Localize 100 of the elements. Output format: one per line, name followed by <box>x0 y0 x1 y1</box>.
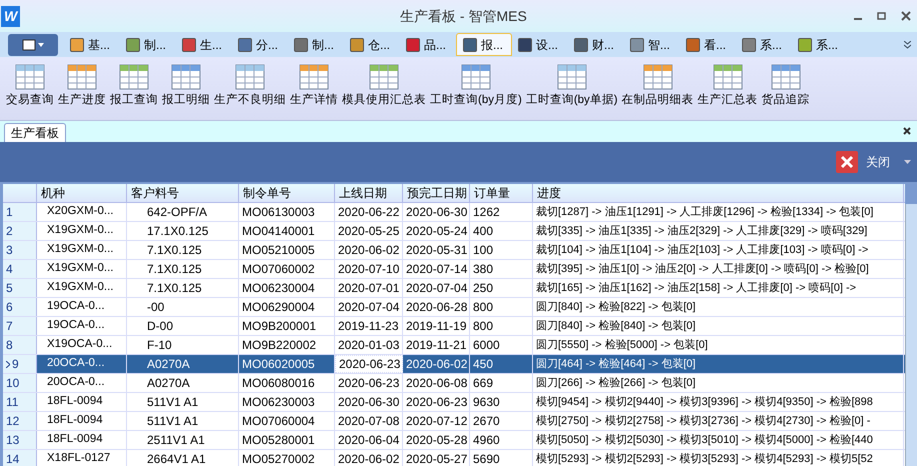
row-number: 4 <box>6 261 13 278</box>
row-number: 1 <box>6 204 13 221</box>
close-icon[interactable] <box>903 127 911 135</box>
table-row[interactable]: 10 20OCA-0... A0270A MO06080016 2020-06-23 2020-06-08 669 圆刀[266] -> 检验[266] -> 包装[0] <box>3 374 905 393</box>
row-number: 11 <box>6 394 18 411</box>
menu-tab[interactable]: 制... <box>288 33 344 56</box>
table-cell-text: 18FL-0094 <box>46 394 103 410</box>
table-row[interactable]: 4 X19GXM-0... 7.1X0.125 MO07060002 2020-07-10 2020-07-14 380 裁切[395] -> 油压1[0] -> 油压2[0] -> 人工排废[0] -> 喷码[0] -> 检验[0] <box>3 260 905 279</box>
table-cell-text: 7.1X0.125 <box>146 242 202 259</box>
table-cell-text: 2020-05-25 <box>337 223 400 240</box>
table-row[interactable]: 11 18FL-0094 511V1 A1 MO06230003 2020-06-30 2020-06-23 9630 模切[9454] -> 模切2[9440] -> 模切3[9396] -> 模切4[9350] -> 检验[898 <box>3 393 905 412</box>
row-number: 5 <box>6 280 13 297</box>
table-cell-text: 2020-06-02 <box>337 451 400 466</box>
table-cell-text: 圆刀[266] -> 检验[266] -> 包装[0] <box>535 376 697 391</box>
table-cell-text: 2019-11-23 <box>337 318 400 335</box>
ribbon-button[interactable]: 生产进度 <box>56 59 108 107</box>
row-number: 7 <box>6 318 13 335</box>
table-cell-text: 2020-06-30 <box>405 204 468 221</box>
table-cell-text: 2670 <box>472 413 501 430</box>
restore-icon[interactable] <box>877 11 887 21</box>
menu-tab[interactable]: 系... <box>736 33 792 56</box>
menu-tab[interactable]: 报... <box>456 33 512 56</box>
app-menu-button[interactable] <box>8 34 58 56</box>
menu-tab[interactable]: 基... <box>64 33 120 56</box>
ribbon-button[interactable]: 交易查询 <box>4 59 56 107</box>
menu-tab[interactable]: 系... <box>792 33 848 56</box>
menu-tab[interactable]: 设... <box>512 33 568 56</box>
ribbon-button[interactable]: 货品追踪 <box>760 59 812 107</box>
column-header[interactable]: 预完工日期 <box>403 184 470 202</box>
table-cell-text: -00 <box>146 299 164 316</box>
table-cell-text: X18FL-0127 <box>46 451 110 466</box>
column-header[interactable]: 制令单号 <box>239 184 335 202</box>
table-cell-text: 450 <box>472 356 494 373</box>
table-row[interactable]: 1 X20GXM-0... 642-OPF/A MO06130003 2020-06-22 2020-06-30 1262 裁切[1287] -> 油压1[1291] -> 人工排废[1296] -> 检验[1334] -> 包装[0] <box>3 203 905 222</box>
table-cell-text: 2020-06-28 <box>405 299 468 316</box>
table-cell-text: 2664V1 A1 <box>146 451 206 466</box>
table-cell-text: 511V1 A1 <box>146 394 198 411</box>
table-row[interactable]: 3 X19GXM-0... 7.1X0.125 MO05210005 2020-06-02 2020-05-31 100 裁切[104] -> 油压1[104] -> 油压2[103] -> 人工排废[103] -> 喷码[0] -> <box>3 241 905 260</box>
table-row[interactable]: 2 X19GXM-0... 17.1X0.125 MO04140001 2020-05-25 2020-05-24 400 裁切[335] -> 油压1[335] -> 油压2[329] -> 人工排废[329] -> 喷码[329] <box>3 222 905 241</box>
table-cell-text: X20GXM-0... <box>46 204 114 220</box>
table-row[interactable]: 14 X18FL-0127 2664V1 A1 MO05270002 2020-06-02 2020-05-27 5690 模切[5293] -> 模切2[5293] -> 模切3[5293] -> 模切4[5293] -> 模切5[52 <box>3 450 905 466</box>
row-number: 12 <box>6 413 20 430</box>
table-row[interactable]: 5 X19GXM-0... 7.1X0.125 MO06230004 2020-07-01 2020-07-04 250 裁切[165] -> 油压1[162] -> 油压2[158] -> 人工排废[0] -> 喷码[0] -> <box>3 279 905 298</box>
table-cell-text: 模切[2750] -> 模切2[2758] -> 模切3[2736] -> 模切4[2730] -> 检验[0] - <box>535 414 872 429</box>
table-cell-text: MO07060002 <box>241 261 316 278</box>
table-cell-text: 2020-06-23 <box>337 375 400 392</box>
menu-tab[interactable]: 制... <box>120 33 176 56</box>
close-icon[interactable] <box>901 11 911 21</box>
table-cell-text: 模切[5050] -> 模切2[5030] -> 模切3[5010] -> 模切4[5000] -> 检验[440 <box>535 432 874 448</box>
table-cell-text: 669 <box>472 375 494 392</box>
table-cell-text: 5690 <box>472 451 501 466</box>
document-tab[interactable]: 生产看板 <box>4 123 66 142</box>
menu-tab[interactable]: 财... <box>568 33 624 56</box>
ribbon-button[interactable]: 生产不良明细 <box>212 59 288 107</box>
table-cell-text: 7.1X0.125 <box>146 280 202 297</box>
table-row[interactable]: 13 18FL-0094 2511V1 A1 MO05280001 2020-06-04 2020-05-28 4960 模切[5050] -> 模切2[5030] -> 模切3[5010] -> 模切4[5000] -> 检验[440 <box>3 431 905 450</box>
row-number: 14 <box>6 451 20 466</box>
table-cell-text: 2020-06-23 <box>338 356 402 373</box>
table-cell-text: 18FL-0094 <box>46 432 103 448</box>
column-header[interactable]: 机种 <box>37 184 127 202</box>
column-header[interactable]: 订单量 <box>470 184 533 202</box>
ribbon-button[interactable]: 在制品明细表 <box>620 59 696 107</box>
table-cell-text: MO05210005 <box>241 242 316 259</box>
ribbon-button[interactable]: 报工明细 <box>160 59 212 107</box>
table-row[interactable]: 7 19OCA-0... D-00 MO9B200001 2019-11-23 2019-11-19 800 圆刀[840] -> 检验[840] -> 包装[0] <box>3 317 905 336</box>
scrollbar[interactable] <box>905 204 917 466</box>
table-row[interactable]: 9 20OCA-0... A0270A MO06020005 2020-06-23 2020-06-02 450 圆刀[464] -> 检验[464] -> 包装[0] <box>3 355 905 374</box>
close-button[interactable]: 关闭 <box>836 151 890 173</box>
table-cell-text: MO9B220002 <box>241 337 318 354</box>
ribbon-button[interactable]: 生产详情 <box>288 59 340 107</box>
column-header[interactable]: 上线日期 <box>335 184 403 202</box>
table-row[interactable]: 12 18FL-0094 511V1 A1 MO07060004 2020-07-08 2020-07-12 2670 模切[2750] -> 模切2[2758] -> 模切3[2736] -> 模切4[2730] -> 检验[0] - <box>3 412 905 431</box>
menu-tab[interactable]: 品... <box>400 33 456 56</box>
menu-tab[interactable]: 分... <box>232 33 288 56</box>
ribbon-button[interactable]: 工时查询(by月度) <box>428 59 524 107</box>
table-cell-text: X19GXM-0... <box>46 280 114 296</box>
table-cell-text: 800 <box>472 318 494 335</box>
column-header[interactable]: 进度 <box>533 184 904 202</box>
menu-tab[interactable]: 看... <box>680 33 736 56</box>
table-cell-text: MO9B200001 <box>241 318 318 335</box>
row-number: 3 <box>6 242 13 259</box>
ribbon-button[interactable]: 模具使用汇总表 <box>340 59 428 107</box>
table-cell-text: 2020-05-28 <box>405 432 468 449</box>
table-cell-text: MO05270002 <box>241 451 316 466</box>
column-header[interactable]: 客户料号 <box>127 184 239 202</box>
table-cell-text: 2020-05-31 <box>405 242 468 259</box>
menu-tab[interactable]: 仓... <box>344 33 400 56</box>
menu-tab[interactable]: 生... <box>176 33 232 56</box>
dropdown-icon[interactable] <box>904 160 911 164</box>
ribbon-button[interactable]: 生产汇总表 <box>696 59 760 107</box>
table-cell-text: X19GXM-0... <box>46 261 114 276</box>
table-row[interactable]: 6 19OCA-0... -00 MO06290004 2020-07-04 2020-06-28 800 圆刀[840] -> 检验[822] -> 包装[0] <box>3 298 905 317</box>
ribbon-button[interactable]: 工时查询(by单据) <box>524 59 620 107</box>
table-cell-text: 380 <box>472 261 494 278</box>
ribbon-button[interactable]: 报工查询 <box>108 59 160 107</box>
menu-tab[interactable]: 智... <box>624 33 680 56</box>
table-cell-text: 2020-07-10 <box>337 261 400 278</box>
table-cell-text: MO06020005 <box>241 356 316 373</box>
chevron-icon[interactable] <box>904 40 911 48</box>
table-cell-text: 2019-11-21 <box>405 337 468 354</box>
